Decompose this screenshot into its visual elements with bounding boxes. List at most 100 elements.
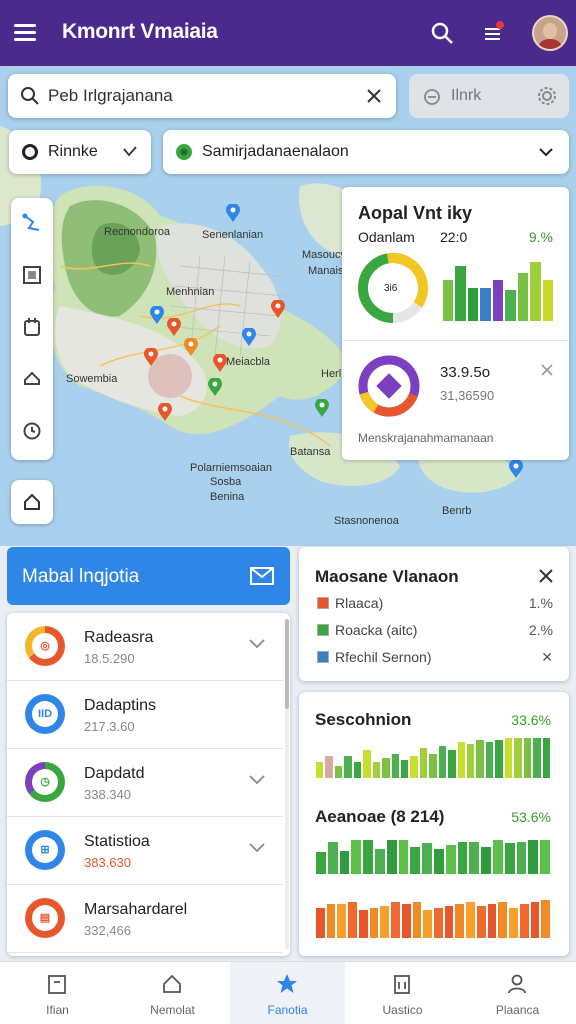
bar	[541, 900, 550, 938]
bar	[334, 766, 343, 778]
stats-value: 22:0	[440, 229, 468, 245]
item-name: Marsahardarel	[84, 901, 188, 918]
bar	[530, 902, 540, 938]
avatar[interactable]	[532, 15, 568, 51]
gear-icon[interactable]	[537, 86, 557, 106]
map-label: Senenlanian	[202, 229, 264, 241]
notifications-icon[interactable]	[480, 20, 506, 46]
bar	[519, 904, 529, 938]
chevron-down-icon[interactable]	[249, 639, 265, 649]
map-pin-icon[interactable]	[158, 403, 172, 421]
bar	[476, 906, 486, 938]
nav-label: Uastico	[382, 1003, 423, 1017]
map-pin-icon[interactable]	[167, 318, 181, 336]
list-item[interactable]: IID Dadaptins 217.3.60	[7, 681, 283, 749]
map-label: Menhnian	[166, 286, 215, 298]
bar	[448, 750, 456, 778]
app-title: Kmonrt Vmaiaia	[62, 20, 218, 43]
nav-label: Nemolat	[150, 1003, 195, 1017]
item-value: 338.340	[84, 787, 131, 802]
search-icon[interactable]	[429, 20, 455, 46]
bar	[375, 848, 385, 874]
cloud-icon[interactable]	[21, 368, 43, 390]
link-icon	[424, 89, 440, 105]
bar	[469, 841, 480, 874]
list-item[interactable]: ▤ Marsahardarel 332,466	[7, 885, 283, 953]
bar	[509, 908, 518, 938]
bar	[498, 902, 508, 938]
nav-item-home[interactable]: Ifian	[0, 962, 115, 1024]
layer-dropdown[interactable]: Samirjadanaenalaon	[163, 130, 569, 174]
map-label: Benina	[210, 491, 245, 503]
nav-item-profile[interactable]: Plaanca	[460, 962, 575, 1024]
close-icon[interactable]	[541, 364, 553, 376]
mail-icon[interactable]	[250, 567, 274, 585]
star-icon	[277, 974, 297, 993]
menu-icon[interactable]	[14, 24, 36, 42]
map-pin-icon[interactable]	[271, 300, 285, 318]
chip-label: Rinnke	[48, 143, 98, 160]
list-item[interactable]: ◎ Radeasra 18.5.290	[7, 613, 283, 681]
map-pin-icon[interactable]	[208, 378, 222, 396]
dropdown-value: Samirjadanaenalaon	[202, 143, 349, 160]
nav-item-stats[interactable]: Uastico	[345, 962, 460, 1024]
map-pin-icon[interactable]	[213, 354, 227, 372]
bar	[327, 841, 338, 874]
search-bar[interactable]: Peb Irlgrajanana	[8, 74, 396, 118]
bar	[316, 762, 324, 778]
scrollbar[interactable]	[285, 619, 289, 949]
item-name: Dadaptins	[84, 697, 157, 714]
map-pin-icon[interactable]	[144, 348, 158, 366]
clear-icon[interactable]	[366, 88, 382, 104]
bar	[466, 902, 475, 938]
item-icon: ◎	[25, 626, 65, 666]
chevron-down-icon[interactable]	[249, 775, 265, 785]
map-pin-icon[interactable]	[150, 306, 164, 324]
bar	[445, 845, 456, 874]
map-pin-icon[interactable]	[226, 204, 240, 222]
map-label: Stasnonenoa	[334, 515, 399, 527]
layers-icon[interactable]	[21, 264, 43, 286]
bar	[353, 762, 362, 778]
link-field[interactable]: Ilnrk	[409, 74, 569, 118]
close-icon[interactable]	[539, 569, 553, 583]
bar	[493, 839, 503, 874]
bar	[438, 746, 447, 778]
bar	[495, 740, 503, 778]
bar	[398, 839, 409, 874]
bar	[369, 908, 379, 938]
section-header[interactable]: Mabal lnqjotia	[7, 547, 290, 605]
check-icon	[123, 146, 137, 157]
nav-label: Ifian	[46, 1003, 69, 1017]
bar-series-lime	[315, 738, 551, 778]
nav-item-places[interactable]: Nemolat	[115, 962, 230, 1024]
search-input[interactable]: Peb Irlgrajanana	[48, 86, 173, 106]
route-icon[interactable]	[21, 212, 43, 234]
map-toolbar	[11, 198, 53, 460]
filter-chip[interactable]: Rinnke	[9, 130, 151, 174]
bar-chart-card: Sescohnion 33.6% Aeanoae (8 214) 53.6%	[299, 692, 569, 956]
list-item[interactable]: ⊞ Statistioa 383.630	[7, 817, 283, 885]
map-pin-icon[interactable]	[509, 460, 523, 478]
item-name: Radeasra	[84, 629, 154, 646]
bar	[542, 280, 553, 321]
bar	[516, 841, 527, 874]
metric-primary: 33.9.5o	[440, 364, 491, 381]
bar	[517, 272, 529, 321]
clipboard-icon	[394, 975, 410, 994]
stats-subtitle: Odanlam	[358, 229, 415, 245]
map-pin-icon[interactable]	[184, 338, 198, 356]
map-pin-icon[interactable]	[315, 399, 329, 417]
bar	[423, 910, 432, 938]
bar	[487, 904, 497, 938]
list-item[interactable]: ◷ Dapdatd 338.340	[7, 749, 283, 817]
map-pin-icon[interactable]	[242, 328, 256, 346]
chevron-down-icon[interactable]	[249, 843, 265, 853]
bar	[386, 839, 397, 874]
home-button[interactable]	[11, 480, 53, 524]
bar	[542, 738, 550, 778]
bar	[316, 852, 326, 874]
clock-icon[interactable]	[21, 420, 43, 442]
nav-item-favorites[interactable]: Fanotia	[230, 962, 345, 1024]
calendar-icon[interactable]	[21, 316, 43, 338]
